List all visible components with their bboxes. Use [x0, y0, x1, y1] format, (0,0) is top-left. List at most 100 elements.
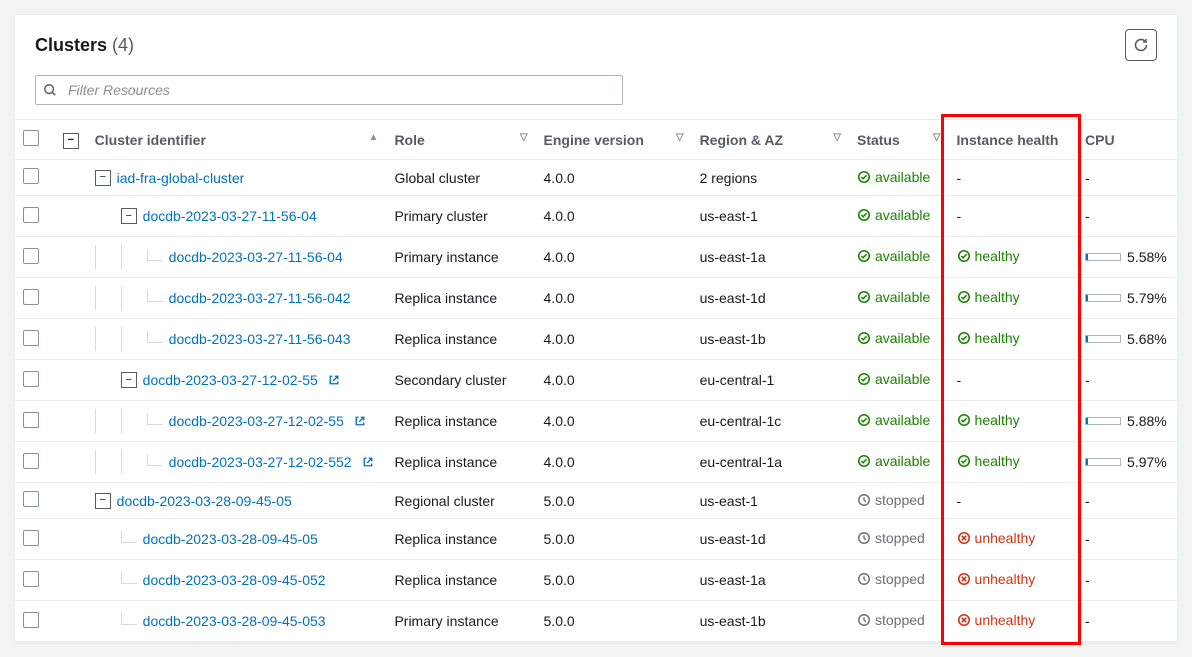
- cluster-link[interactable]: iad-fra-global-cluster: [117, 170, 245, 186]
- cluster-link[interactable]: docdb-2023-03-27-12-02-55: [169, 413, 344, 429]
- col-health-label: Instance health: [957, 132, 1059, 148]
- cluster-link[interactable]: docdb-2023-03-27-11-56-04: [169, 249, 343, 265]
- collapse-cell: [55, 237, 87, 278]
- cpu-cell: -: [1077, 360, 1177, 401]
- health-cell: -: [949, 196, 1078, 237]
- row-checkbox[interactable]: [23, 289, 39, 305]
- table-row: −docdb-2023-03-28-09-45-05Regional clust…: [15, 483, 1177, 519]
- status-badge: available: [857, 248, 930, 264]
- col-role-label: Role: [394, 132, 424, 148]
- cluster-link[interactable]: docdb-2023-03-28-09-45-05: [143, 531, 318, 547]
- status-text: available: [875, 248, 930, 264]
- table-row: docdb-2023-03-28-09-45-05Replica instanc…: [15, 519, 1177, 560]
- health-cell: -: [949, 160, 1078, 196]
- external-link-icon[interactable]: [354, 415, 366, 427]
- col-engine-label: Engine version: [544, 132, 644, 148]
- health-cell: healthy: [949, 401, 1078, 442]
- cluster-link[interactable]: docdb-2023-03-27-11-56-042: [169, 290, 351, 306]
- col-region[interactable]: Region & AZ▽: [692, 120, 849, 160]
- cluster-link[interactable]: docdb-2023-03-28-09-45-05: [117, 493, 292, 509]
- collapse-button[interactable]: −: [95, 493, 111, 509]
- cluster-link[interactable]: docdb-2023-03-27-12-02-55: [143, 372, 318, 388]
- search-box: [35, 75, 623, 105]
- row-checkbox[interactable]: [23, 612, 39, 628]
- status-badge: stopped: [857, 492, 925, 508]
- health-badge: unhealthy: [957, 571, 1036, 587]
- region-cell: us-east-1b: [692, 601, 849, 642]
- table-row: docdb-2023-03-28-09-45-052Replica instan…: [15, 560, 1177, 601]
- col-status[interactable]: Status▽: [849, 120, 949, 160]
- health-cell: -: [949, 360, 1078, 401]
- region-cell: us-east-1b: [692, 319, 849, 360]
- cpu-value: 5.58%: [1127, 249, 1167, 265]
- row-checkbox[interactable]: [23, 412, 39, 428]
- select-all-checkbox[interactable]: [23, 130, 39, 146]
- status-text: available: [875, 169, 930, 185]
- external-link-icon[interactable]: [362, 456, 374, 468]
- cpu-cell: 5.79%: [1077, 278, 1177, 319]
- status-badge: available: [857, 289, 930, 305]
- row-checkbox[interactable]: [23, 207, 39, 223]
- table-row: docdb-2023-03-27-12-02-55Replica instanc…: [15, 401, 1177, 442]
- collapse-button[interactable]: −: [121, 372, 137, 388]
- cluster-link[interactable]: docdb-2023-03-28-09-45-052: [143, 572, 326, 588]
- title-text: Clusters: [35, 35, 107, 55]
- collapse-button[interactable]: −: [121, 208, 137, 224]
- cpu-cell: -: [1077, 519, 1177, 560]
- col-engine[interactable]: Engine version▽: [536, 120, 692, 160]
- region-cell: us-east-1: [692, 196, 849, 237]
- col-identifier[interactable]: Cluster identifier▲: [87, 120, 387, 160]
- health-cell: healthy: [949, 442, 1078, 483]
- row-checkbox[interactable]: [23, 530, 39, 546]
- engine-cell: 4.0.0: [536, 319, 692, 360]
- role-cell: Primary instance: [386, 601, 535, 642]
- collapse-all-button[interactable]: −: [63, 133, 79, 149]
- region-cell: 2 regions: [692, 160, 849, 196]
- row-checkbox[interactable]: [23, 248, 39, 264]
- collapse-cell: [55, 601, 87, 642]
- cluster-link[interactable]: docdb-2023-03-28-09-45-053: [143, 613, 326, 629]
- row-checkbox[interactable]: [23, 491, 39, 507]
- role-cell: Replica instance: [386, 442, 535, 483]
- col-cpu-label: CPU: [1085, 132, 1115, 148]
- sort-icon: ▽: [833, 132, 841, 143]
- health-badge: unhealthy: [957, 530, 1036, 546]
- col-collapse: −: [55, 120, 87, 160]
- title-count: (4): [112, 35, 134, 55]
- external-link-icon[interactable]: [328, 374, 340, 386]
- cpu-bar: [1085, 294, 1121, 302]
- search-input[interactable]: [35, 75, 623, 105]
- panel-header: Clusters (4): [15, 15, 1177, 61]
- health-badge: healthy: [957, 453, 1020, 469]
- status-badge: available: [857, 330, 930, 346]
- health-text: healthy: [975, 248, 1020, 264]
- health-text: healthy: [975, 412, 1020, 428]
- row-checkbox[interactable]: [23, 571, 39, 587]
- page-title: Clusters (4): [35, 35, 134, 56]
- cpu-value: 5.88%: [1127, 413, 1167, 429]
- region-cell: eu-central-1c: [692, 401, 849, 442]
- collapse-button[interactable]: −: [95, 170, 111, 186]
- table-row: docdb-2023-03-27-11-56-04Primary instanc…: [15, 237, 1177, 278]
- refresh-icon: [1133, 37, 1149, 53]
- cluster-link[interactable]: docdb-2023-03-27-11-56-04: [143, 208, 317, 224]
- row-checkbox[interactable]: [23, 453, 39, 469]
- col-role[interactable]: Role▽: [386, 120, 535, 160]
- cluster-link[interactable]: docdb-2023-03-27-11-56-043: [169, 331, 351, 347]
- refresh-button[interactable]: [1125, 29, 1157, 61]
- role-cell: Secondary cluster: [386, 360, 535, 401]
- health-cell: unhealthy: [949, 560, 1078, 601]
- cpu-cell: -: [1077, 160, 1177, 196]
- search-wrap: [15, 61, 1177, 119]
- cluster-link[interactable]: docdb-2023-03-27-12-02-552: [169, 454, 352, 470]
- col-cpu[interactable]: CPU: [1077, 120, 1177, 160]
- health-badge: unhealthy: [957, 612, 1036, 628]
- role-cell: Replica instance: [386, 278, 535, 319]
- health-badge: healthy: [957, 289, 1020, 305]
- status-text: stopped: [875, 530, 925, 546]
- health-cell: -: [949, 483, 1078, 519]
- col-health[interactable]: Instance health: [949, 120, 1078, 160]
- row-checkbox[interactable]: [23, 168, 39, 184]
- row-checkbox[interactable]: [23, 371, 39, 387]
- row-checkbox[interactable]: [23, 330, 39, 346]
